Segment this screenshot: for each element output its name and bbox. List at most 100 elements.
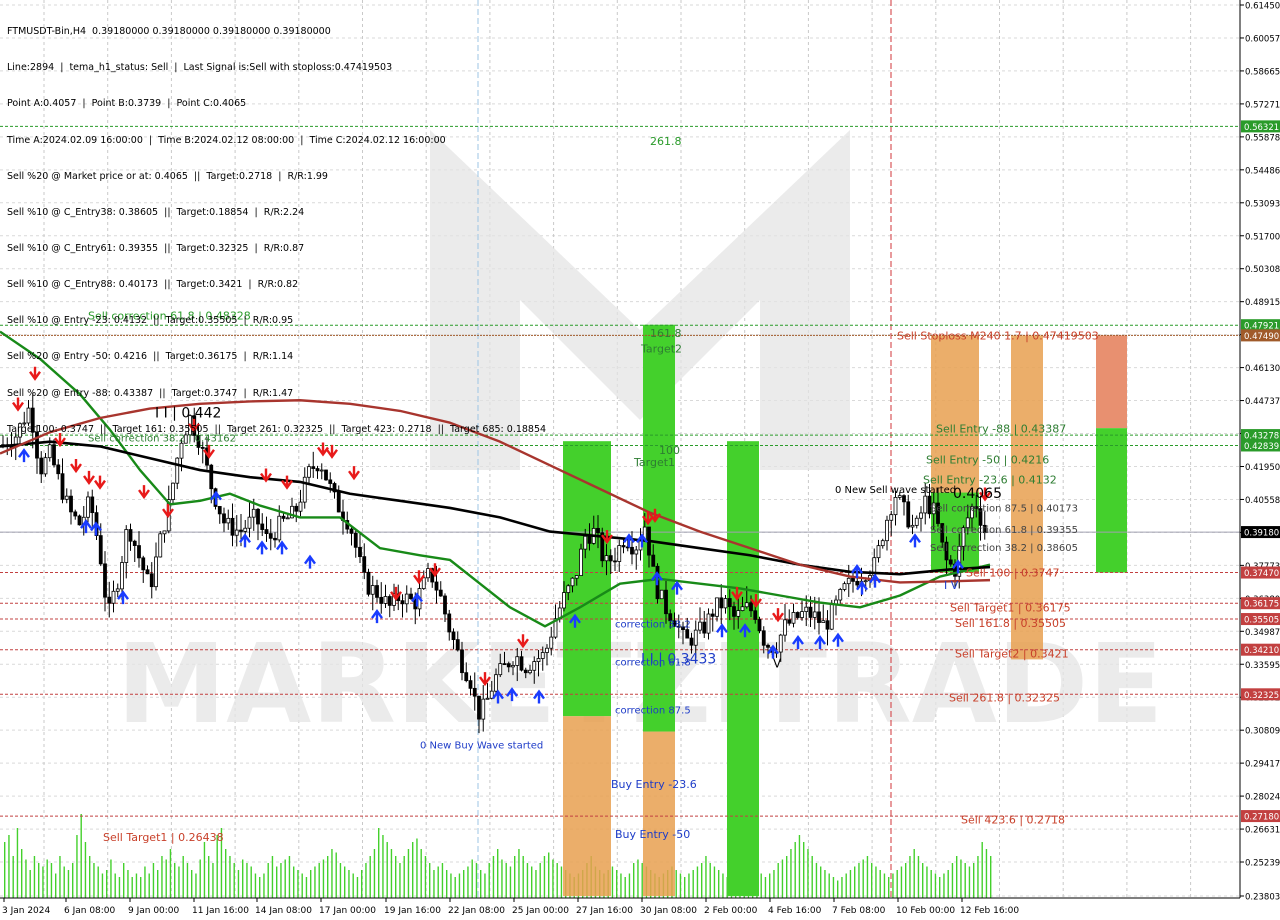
candle-body: [273, 537, 277, 541]
volume-bar: [174, 863, 176, 898]
volume-bar: [977, 856, 979, 898]
info-panel: FTMUSDT-Bin,H4 0.39180000 0.39180000 0.3…: [7, 2, 546, 448]
annotation-label: 0.4065: [953, 486, 1002, 502]
candle-body: [528, 669, 532, 674]
candle-body: [693, 629, 698, 646]
candle-body: [158, 533, 163, 558]
info-line: Sell %20 @ Entry -50: 0.4216 || Target:0…: [7, 351, 294, 363]
volume-bar: [616, 870, 618, 898]
candle-body: [532, 661, 537, 671]
candle-body: [906, 501, 911, 528]
candle-body: [787, 619, 792, 624]
volume-bar: [322, 859, 325, 898]
candle-body: [863, 580, 868, 583]
volume-bar: [679, 873, 682, 898]
volume-bar: [807, 849, 809, 898]
price-tag-label: 0.37470: [1244, 569, 1279, 579]
candle-body: [222, 513, 226, 524]
candle-body: [409, 593, 413, 600]
volume-bar: [552, 859, 554, 898]
candle-body: [523, 669, 528, 674]
volume-bar: [624, 877, 626, 898]
candle-body: [651, 554, 656, 567]
annotation-label: Buy Entry -23.6: [611, 778, 697, 791]
annotation-label: Sell 261.8 | 0.32325: [949, 691, 1060, 704]
candle-body: [825, 620, 830, 630]
volume-bar: [909, 856, 911, 898]
price-tick-label: 0.26631: [1245, 826, 1280, 836]
volume-bar: [310, 870, 312, 898]
volume-bar: [67, 870, 70, 898]
volume-bar: [76, 835, 78, 898]
volume-bar: [514, 856, 516, 898]
annotation-label: correction 38.2: [615, 620, 691, 631]
volume-bar: [97, 866, 99, 898]
time-tick-label: 22 Jan 08:00: [448, 906, 505, 916]
time-tick-label: 4 Feb 16:00: [768, 906, 822, 916]
volume-bar: [254, 873, 257, 898]
volume-bar: [467, 866, 469, 898]
volume-bar: [458, 873, 461, 898]
candle-body: [98, 535, 103, 565]
volume-bar: [633, 863, 635, 898]
info-line: Sell %20 @ Entry -88: 0.43387 || Target:…: [7, 387, 294, 399]
volume-bar: [331, 849, 333, 898]
volume-bar: [148, 873, 150, 898]
volume-bar: [628, 873, 631, 898]
volume-bar: [990, 856, 992, 898]
candle-body: [842, 583, 847, 590]
candle-body: [362, 556, 367, 573]
volume-bar: [63, 866, 65, 898]
info-line: Line:2894 | tema_h1_status: Sell | Last …: [7, 62, 393, 74]
candle-body: [438, 589, 443, 597]
candle-body: [103, 563, 107, 598]
volume-bar: [250, 866, 252, 898]
price-tag-label: 0.47490: [1244, 332, 1279, 342]
candle-body: [761, 630, 766, 646]
price-tag-label: 0.34210: [1244, 646, 1279, 656]
volume-bar: [463, 870, 465, 898]
candle-body: [137, 545, 141, 559]
volume-bar: [480, 870, 482, 898]
volume-bar: [943, 873, 945, 898]
volume-bar: [837, 880, 839, 898]
candle-body: [141, 557, 146, 571]
volume-bar: [871, 863, 873, 898]
volume-bar: [21, 849, 23, 898]
candle-body: [689, 637, 694, 646]
annotation-label: Sell correction 61.8 | 0.39355: [930, 525, 1078, 536]
volume-bar: [828, 873, 830, 898]
info-line: Target100: 0.3747 || Target 161: 0.35505…: [7, 423, 547, 435]
candle-body: [239, 529, 243, 532]
volume-bar: [25, 859, 27, 898]
annotation-label: I I | 0.3433: [641, 652, 716, 668]
volume-bar: [896, 870, 898, 898]
price-tick-label: 0.34987: [1245, 628, 1280, 638]
volume-bar: [429, 863, 431, 898]
candle-body: [545, 647, 549, 653]
volume-bar: [412, 842, 414, 898]
candle-body: [914, 517, 919, 526]
annotation-label: Sell Target1 | 0.36175: [950, 602, 1071, 615]
candle-body: [315, 468, 320, 472]
volume-bar: [118, 877, 121, 898]
volume-bar: [225, 849, 227, 898]
candle-body: [404, 593, 409, 605]
volume-bar: [718, 870, 720, 898]
price-tick-label: 0.28024: [1245, 793, 1280, 803]
candle-body: [107, 596, 112, 604]
candle-body: [821, 620, 826, 623]
annotation-label: Target2: [640, 342, 682, 355]
candle-body: [808, 606, 813, 618]
candle-body: [791, 612, 796, 624]
volume-bar: [157, 870, 159, 898]
volume-bar: [38, 863, 40, 898]
volume-bar: [930, 870, 932, 898]
volume-bar: [764, 877, 767, 898]
volume-bar: [152, 863, 155, 898]
annotation-label: V: [773, 657, 782, 671]
volume-bar: [29, 870, 31, 898]
price-tag-label: 0.35505: [1244, 616, 1279, 626]
candle-body: [443, 595, 447, 615]
candle-body: [260, 523, 265, 530]
